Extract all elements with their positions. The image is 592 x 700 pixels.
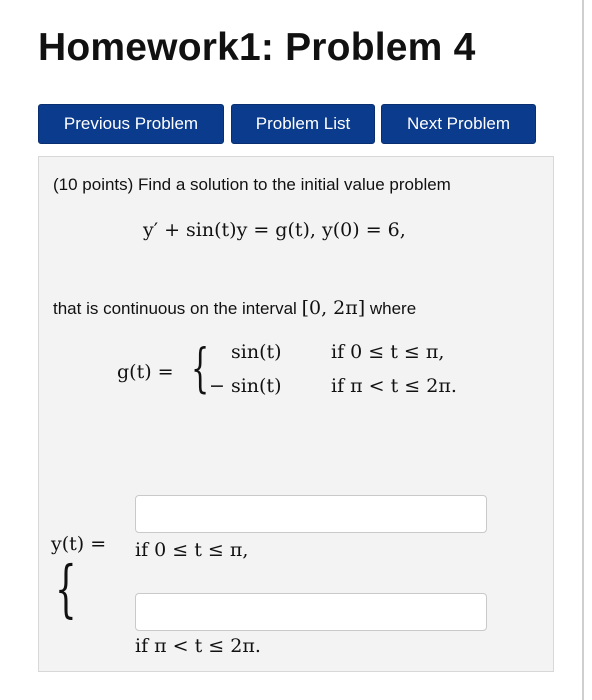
interval-statement: that is continuous on the interval [0, 2… — [53, 297, 416, 319]
problem-intro: (10 points) Find a solution to the initi… — [53, 175, 451, 194]
y-case2-cond: if π < t ≤ 2π. — [135, 635, 261, 657]
g-case1-cond: if 0 ≤ t ≤ π, — [331, 341, 445, 363]
page-title: Homework1: Problem 4 — [38, 26, 476, 69]
problem-list-button[interactable]: Problem List — [231, 104, 375, 144]
g-case1-expr: sin(t) — [231, 341, 282, 363]
interval-text: that is continuous on the interval — [53, 299, 297, 318]
y-case1-cond: if 0 ≤ t ≤ π, — [135, 539, 249, 561]
g-brace: { — [191, 339, 210, 399]
initial-value-equation: y′ + sin(t)y = g(t), y(0) = 6, — [143, 219, 406, 241]
g-definition: g(t) = { sin(t) if 0 ≤ t ≤ π, − sin(t) i… — [39, 339, 555, 409]
problem-panel: (10 points) Find a solution to the initi… — [38, 156, 554, 672]
page-edge-line — [582, 0, 584, 700]
g-case2-cond: if π < t ≤ 2π. — [331, 375, 457, 397]
next-problem-button[interactable]: Next Problem — [381, 104, 536, 144]
previous-problem-button[interactable]: Previous Problem — [38, 104, 224, 144]
answer-input-case1[interactable] — [135, 495, 487, 533]
g-case2-expr: − sin(t) — [209, 375, 282, 397]
answer-input-case2[interactable] — [135, 593, 487, 631]
interval-suffix: where — [369, 299, 417, 318]
y-brace: { — [55, 552, 77, 625]
interval-math: [0, 2π] — [301, 297, 366, 319]
g-lhs: g(t) = — [117, 361, 174, 383]
